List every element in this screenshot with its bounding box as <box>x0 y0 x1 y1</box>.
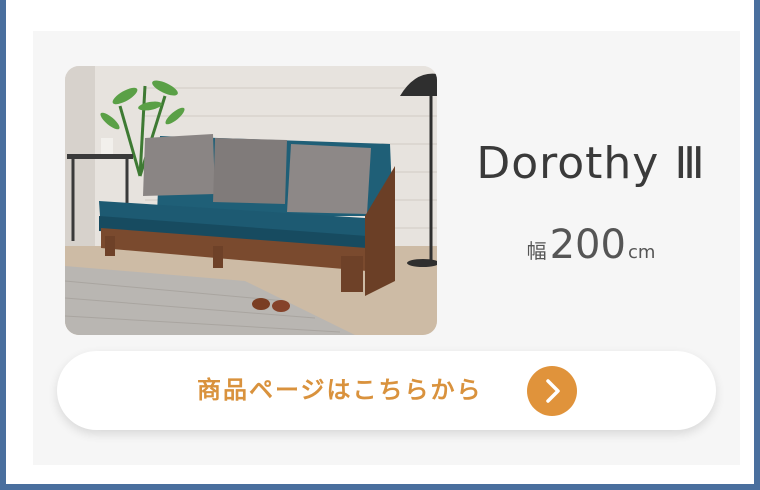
width-value: 200 <box>549 222 626 268</box>
product-name: Dorothy Ⅲ <box>476 138 706 189</box>
product-page-button-label: 商品ページはこちらから <box>197 376 483 404</box>
width-label: 幅 <box>526 239 547 263</box>
product-page-button[interactable]: 商品ページはこちらから <box>57 351 716 430</box>
chevron-right-icon[interactable] <box>527 366 577 416</box>
card-frame: Dorothy Ⅲ 幅200 cm 商品ページはこちらから <box>0 0 760 490</box>
sofa-photo-illustration <box>65 66 437 335</box>
product-photo[interactable] <box>65 66 437 335</box>
width-unit: cm <box>627 242 656 263</box>
product-width: 幅200 cm <box>446 222 736 268</box>
